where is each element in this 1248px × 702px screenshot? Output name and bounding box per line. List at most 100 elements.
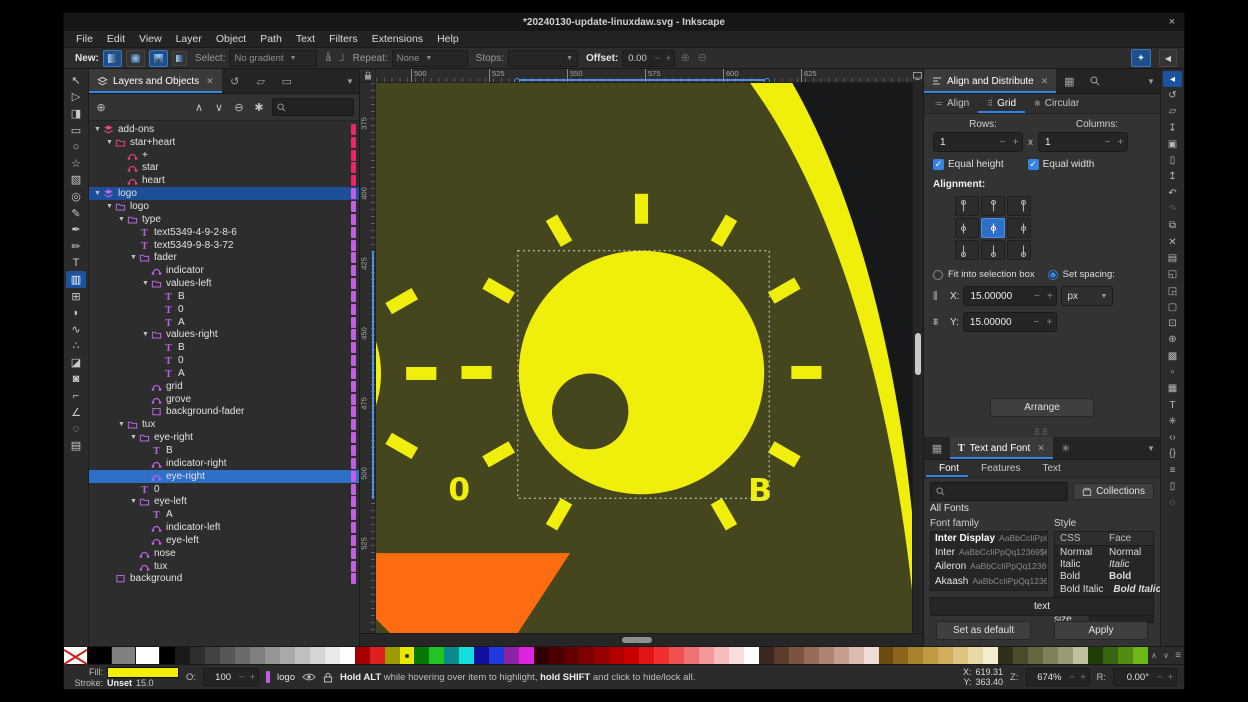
palette-swatch[interactable] — [549, 647, 564, 664]
palette-swatch[interactable] — [1133, 647, 1148, 664]
tree-row-logo[interactable]: ▼logo — [89, 200, 359, 213]
new-document-icon[interactable]: ▯ — [1163, 152, 1182, 168]
layer-highlight-chip[interactable] — [351, 265, 356, 276]
tree-row-grid[interactable]: grid — [89, 380, 359, 393]
subtab-font[interactable]: Font — [926, 460, 968, 477]
tree-row-logo[interactable]: ▼logo — [89, 187, 359, 200]
zoom-spinbox[interactable]: 674% − + — [1026, 668, 1090, 686]
swatches-dialog-icon[interactable]: ▦ — [1163, 381, 1182, 397]
tab-layers-and-objects[interactable]: Layers and Objects ✕ — [89, 69, 222, 93]
palette-swatch[interactable] — [938, 647, 953, 664]
tree-row-eye-right[interactable]: eye-right — [89, 470, 359, 483]
swatch-black[interactable] — [88, 647, 112, 664]
expander-icon[interactable]: ▼ — [140, 331, 151, 338]
offset-spinbox[interactable]: 0.00 − + — [622, 50, 675, 67]
layer-highlight-chip[interactable] — [351, 561, 356, 572]
layer-settings-icon[interactable]: ✱ — [252, 101, 266, 114]
tab-symbols-icon[interactable]: ✳ — [1053, 437, 1079, 459]
spiral-tool-icon[interactable]: ◎ — [66, 188, 86, 205]
palette-swatch[interactable] — [699, 647, 714, 664]
palette-swatch[interactable] — [639, 647, 654, 664]
layer-visibility-eye-icon[interactable] — [302, 672, 316, 682]
palette-swatch[interactable] — [325, 647, 340, 664]
xml-editor-icon[interactable]: ‹› — [1163, 430, 1182, 446]
expander-icon[interactable]: ▼ — [104, 203, 115, 210]
tree-row-a[interactable]: TA — [89, 367, 359, 380]
close-tab-icon[interactable]: ✕ — [206, 76, 214, 87]
stroke-width[interactable]: 15.0 — [136, 679, 154, 688]
repeat-dropdown[interactable]: None▼ — [392, 50, 468, 67]
palette-swatch[interactable] — [684, 647, 699, 664]
palette-swatch[interactable] — [923, 647, 938, 664]
rows-decrement[interactable]: − — [996, 137, 1009, 148]
tab-objects-icon[interactable]: ▦ — [1056, 69, 1082, 93]
zoom-center-page-icon[interactable]: ⊡ — [1163, 315, 1182, 331]
palette-swatch[interactable] — [250, 647, 265, 664]
linear-gradient-button[interactable] — [103, 50, 122, 67]
tree-row-eye-left[interactable]: ▼eye-left — [89, 495, 359, 508]
horizontal-ruler[interactable]: 500525550575600625 — [376, 69, 911, 83]
gradient-select-dropdown[interactable]: No gradient▼ — [229, 50, 317, 67]
layer-highlight-chip[interactable] — [351, 124, 356, 135]
layer-highlight-chip[interactable] — [351, 304, 356, 315]
layer-highlight-chip[interactable] — [351, 214, 356, 225]
layer-highlight-chip[interactable] — [351, 573, 356, 584]
layer-highlight-chip[interactable] — [351, 394, 356, 405]
tree-row-indicator-left[interactable]: indicator-left — [89, 521, 359, 534]
palette-swatch[interactable] — [489, 647, 504, 664]
layer-highlight-chip[interactable] — [351, 355, 356, 366]
layer-highlight-chip[interactable] — [351, 342, 356, 353]
knob-tick[interactable] — [406, 367, 436, 380]
open-document-icon[interactable]: ▱ — [1163, 104, 1182, 120]
rectangle-tool-icon[interactable]: ▭ — [66, 122, 86, 139]
layer-highlight-chip[interactable] — [351, 278, 356, 289]
palette-swatch[interactable] — [474, 647, 489, 664]
x-increment[interactable]: + — [1043, 291, 1056, 302]
tree-row-a[interactable]: TA — [89, 508, 359, 521]
current-layer-name[interactable]: logo — [277, 672, 295, 683]
layer-highlight-chip[interactable] — [351, 484, 356, 495]
menu-edit[interactable]: Edit — [100, 33, 132, 45]
tree-row-values-left[interactable]: ▼values-left — [89, 277, 359, 290]
layer-highlight-chip[interactable] — [351, 329, 356, 340]
value-label-0[interactable]: 0 — [448, 472, 470, 508]
subtab-circular[interactable]: ✻Circular — [1025, 94, 1088, 113]
menu-text[interactable]: Text — [289, 33, 322, 45]
palette-swatch[interactable] — [579, 647, 594, 664]
palette-swatch[interactable] — [864, 647, 879, 664]
zoom-tool-icon[interactable]: ◌ — [66, 420, 86, 437]
radial-gradient-button[interactable] — [126, 50, 145, 67]
link-stops-icon[interactable]: å — [325, 53, 331, 64]
palette-swatch[interactable] — [879, 647, 894, 664]
pen-tool-icon[interactable]: ✒ — [66, 221, 86, 238]
palette-swatch[interactable] — [400, 647, 415, 664]
palette-swatch[interactable] — [1043, 647, 1058, 664]
palette-swatch[interactable] — [444, 647, 459, 664]
palette-swatch[interactable] — [265, 647, 280, 664]
box-3d-tool-icon[interactable]: ▧ — [66, 172, 86, 189]
palette-swatch[interactable] — [834, 647, 849, 664]
zoom-increment[interactable]: + — [1078, 672, 1089, 683]
tab-text-and-font[interactable]: T Text and Font ✕ — [950, 437, 1053, 459]
tweak-tool-icon[interactable]: ∿ — [66, 321, 86, 338]
style-row[interactable]: Bold ItalicBold Italic — [1055, 583, 1153, 595]
y-decrement[interactable]: − — [1030, 317, 1043, 328]
anchor-middle-center[interactable] — [981, 218, 1005, 238]
menu-view[interactable]: View — [132, 33, 169, 45]
tab-swatches-icon[interactable]: ▦ — [924, 437, 950, 459]
palette-swatch[interactable] — [355, 647, 370, 664]
palette-swatch[interactable] — [714, 647, 729, 664]
x-spacing-spinbox[interactable]: 15.00000 −+ — [963, 286, 1057, 306]
tree-row-0[interactable]: T0 — [89, 354, 359, 367]
connector-tool-icon[interactable]: ⌐ — [66, 387, 86, 404]
node-tool-icon[interactable]: ▷ — [66, 89, 86, 106]
knob-tick[interactable] — [461, 366, 491, 379]
fill-tool-icon[interactable]: ◙ — [66, 371, 86, 388]
shape-builder-tool-icon[interactable]: ◨ — [66, 105, 86, 122]
tree-row-nose[interactable]: nose — [89, 547, 359, 560]
equal-width-checkbox[interactable]: ✓ Equal width — [1028, 159, 1095, 170]
knob-tick[interactable] — [791, 366, 821, 379]
expander-icon[interactable]: ▼ — [140, 280, 151, 287]
font-family-row[interactable]: InterAaBbCcIiPpQq12369$€¢?, — [931, 546, 1047, 560]
palette-swatch[interactable] — [893, 647, 908, 664]
